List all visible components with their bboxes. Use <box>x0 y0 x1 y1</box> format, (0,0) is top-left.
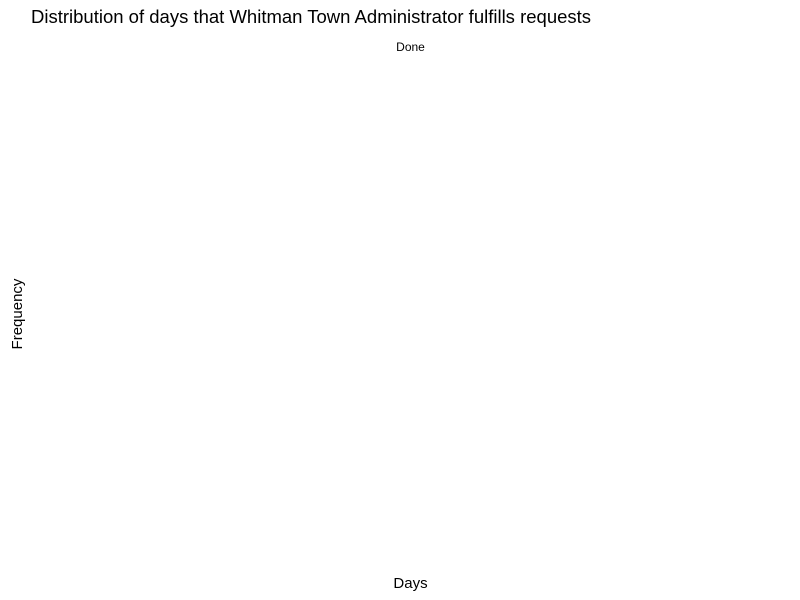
plot-area <box>38 58 790 564</box>
plot-panel <box>38 58 790 564</box>
chart-title: Distribution of days that Whitman Town A… <box>31 6 592 27</box>
facet-strip-label: Done <box>396 40 425 54</box>
y-axis-label: Frequency <box>9 278 26 350</box>
x-axis-label: Days <box>393 575 428 592</box>
